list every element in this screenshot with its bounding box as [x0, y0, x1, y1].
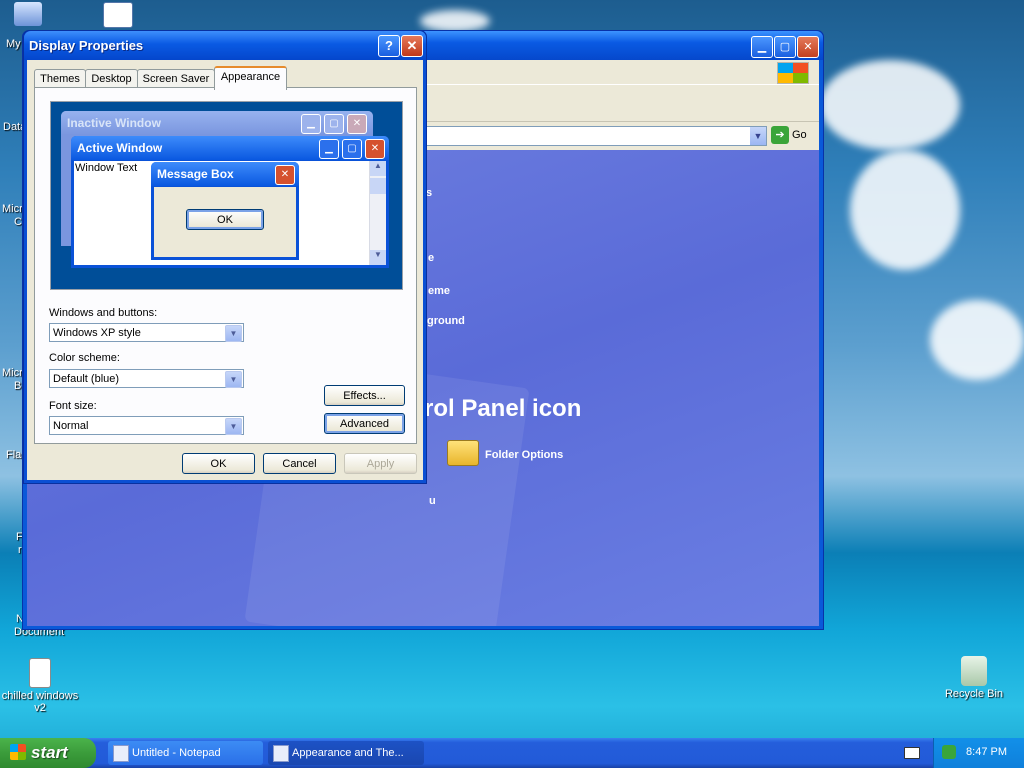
message-box-title: Message Box [157, 167, 234, 181]
dialog-title: Display Properties [29, 38, 144, 53]
go-arrow-icon: ➔ [771, 126, 789, 144]
my-computer-icon[interactable] [8, 2, 48, 28]
active-minimize-icon: ▁ [319, 139, 339, 159]
font-size-select[interactable]: Normal ▼ [49, 416, 244, 435]
active-window-title: Active Window [77, 141, 163, 155]
task-link-3[interactable]: e [428, 252, 434, 264]
recycle-bin-icon[interactable]: Recycle Bin [934, 656, 1014, 700]
help-button[interactable]: ? [378, 35, 400, 57]
start-button[interactable]: start [0, 738, 96, 768]
advanced-button[interactable]: Advanced [324, 413, 405, 434]
chilled-windows-icon[interactable]: chilled windows v2 [0, 658, 80, 714]
display-properties-dialog: Display Properties ? ✕ Themes Desktop Sc… [23, 30, 427, 484]
effects-button[interactable]: Effects... [324, 385, 405, 406]
taskbar-item-notepad[interactable]: Untitled - Notepad [108, 741, 263, 765]
pick-control-panel-icon-heading: trol Panel icon [416, 395, 582, 422]
system-tray: 8:47 PM [933, 738, 1024, 768]
control-panel-shortcut-icon[interactable] [98, 2, 138, 30]
inactive-minimize-icon: ▁ [301, 114, 321, 134]
maximize-icon[interactable]: ▢ [774, 36, 796, 58]
cancel-button[interactable]: Cancel [263, 453, 336, 474]
windows-buttons-value: Windows XP style [53, 327, 141, 339]
tab-themes[interactable]: Themes [34, 69, 86, 88]
font-size-label: Font size: [49, 400, 97, 412]
dialog-titlebar[interactable]: Display Properties ? ✕ [24, 31, 426, 60]
tab-desktop[interactable]: Desktop [85, 69, 138, 88]
start-label: start [31, 743, 68, 762]
task-link-theme[interactable]: eme [428, 285, 450, 297]
go-label: Go [792, 128, 807, 141]
scroll-down-icon: ▼ [370, 250, 386, 265]
desktop-label-my: My [6, 38, 21, 50]
control-panel-icon [273, 745, 289, 762]
color-scheme-label: Color scheme: [49, 352, 120, 364]
inactive-maximize-icon: ▢ [324, 114, 344, 134]
task-link-background[interactable]: ground [427, 315, 465, 327]
task-link-4[interactable]: u [429, 495, 436, 507]
close-icon[interactable]: ✕ [797, 36, 819, 58]
scroll-thumb [370, 178, 386, 194]
message-ok-button: OK [186, 209, 264, 230]
color-scheme-value: Default (blue) [53, 373, 120, 385]
desktop-label-micro-2b: B [14, 380, 22, 392]
color-scheme-select[interactable]: Default (blue) ▼ [49, 369, 244, 388]
windows-buttons-label: Windows and buttons: [49, 307, 158, 319]
chevron-down-icon[interactable]: ▼ [225, 371, 242, 388]
tab-screen-saver[interactable]: Screen Saver [137, 69, 215, 88]
address-input[interactable]: ▼ [422, 126, 767, 146]
go-button[interactable]: ➔ Go [771, 126, 817, 146]
recycle-bin-glyph-icon [961, 656, 987, 686]
window-text: Window Text [75, 162, 138, 174]
minimize-icon[interactable]: ▁ [751, 36, 773, 58]
cloud [820, 60, 960, 150]
appearance-panel: Inactive Window ▁ ▢ ✕ Active Window ▁ ▢ … [34, 87, 417, 444]
chevron-down-icon[interactable]: ▼ [750, 127, 766, 145]
chilled-windows-label: chilled windows [1, 690, 79, 702]
desktop-label-micro-1b: C [14, 216, 22, 228]
active-close-icon: ✕ [365, 139, 385, 159]
preview-scrollbar: ▲ ▼ [369, 161, 386, 265]
inactive-window-title: Inactive Window [67, 116, 161, 130]
taskbar-item-label: Appearance and The... [292, 747, 404, 759]
notepad-icon [113, 745, 129, 762]
recycle-bin-label: Recycle Bin [944, 688, 1004, 700]
keyboard-icon[interactable] [904, 747, 920, 759]
chevron-down-icon[interactable]: ▼ [225, 325, 242, 342]
cloud [930, 300, 1024, 380]
taskbar-item-appearance[interactable]: Appearance and The... [268, 741, 424, 765]
network-icon[interactable] [942, 745, 956, 759]
text-file-icon [29, 658, 51, 688]
windows-logo-icon [777, 62, 809, 84]
chevron-down-icon[interactable]: ▼ [225, 418, 242, 435]
appearance-preview: Inactive Window ▁ ▢ ✕ Active Window ▁ ▢ … [50, 101, 403, 290]
ok-button[interactable]: OK [182, 453, 255, 474]
windows-flag-icon [10, 744, 26, 760]
taskbar-item-label: Untitled - Notepad [132, 747, 221, 759]
clock[interactable]: 8:47 PM [966, 746, 1007, 758]
scroll-up-icon: ▲ [370, 161, 386, 176]
cloud [850, 150, 960, 270]
cloud [420, 10, 490, 32]
dialog-body: Themes Desktop Screen Saver Appearance I… [27, 60, 423, 480]
inactive-close-icon: ✕ [347, 114, 367, 134]
message-box-body: OK [154, 187, 296, 257]
taskbar: start Untitled - Notepad Appearance and … [0, 738, 1024, 768]
close-button[interactable]: ✕ [401, 35, 423, 57]
folder-options-icon[interactable] [447, 440, 479, 466]
folder-options-link[interactable]: Folder Options [485, 449, 563, 461]
apply-button[interactable]: Apply [344, 453, 417, 474]
windows-buttons-select[interactable]: Windows XP style ▼ [49, 323, 244, 342]
tab-appearance[interactable]: Appearance [214, 66, 287, 90]
preview-message-box: Message Box ✕ OK [151, 162, 299, 260]
font-size-value: Normal [53, 420, 89, 432]
message-close-icon: ✕ [275, 165, 295, 185]
chilled-windows-label-2: v2 [34, 702, 46, 714]
active-maximize-icon: ▢ [342, 139, 362, 159]
